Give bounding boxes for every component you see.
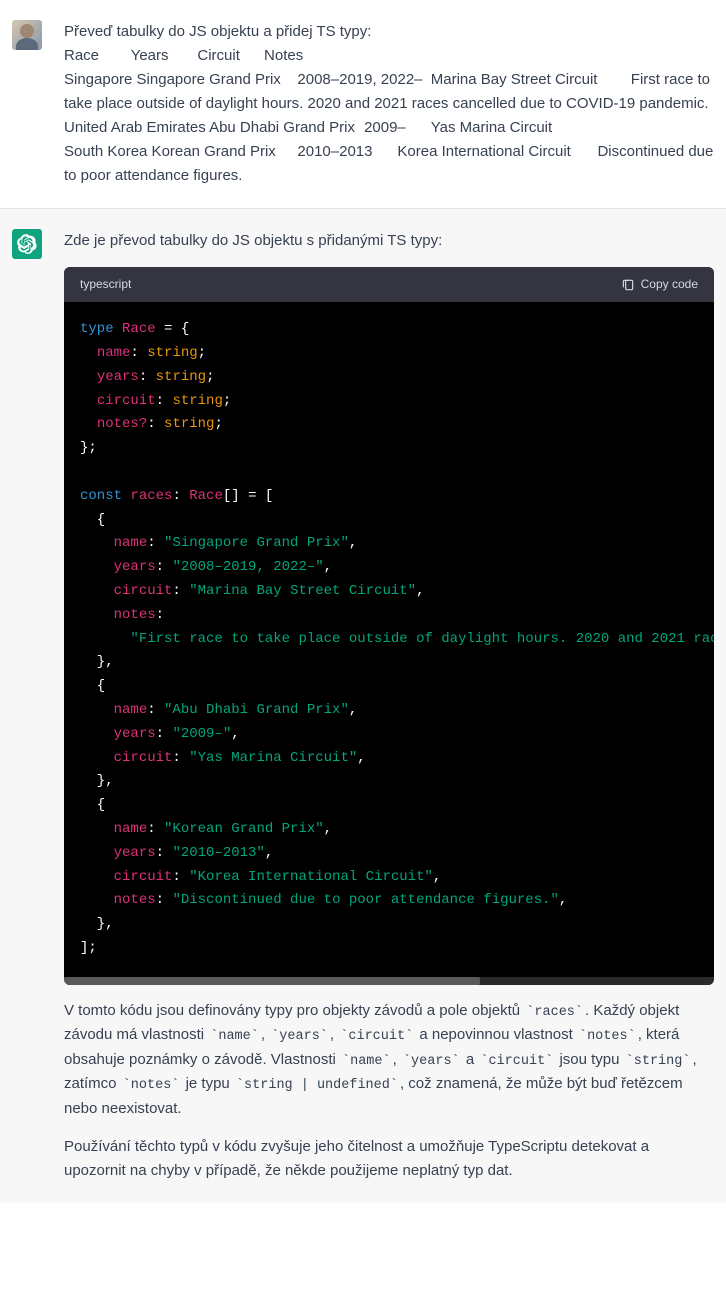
inline-code: `name` — [208, 1029, 261, 1044]
assistant-content: Zde je převod tabulky do JS objektu s př… — [64, 229, 714, 1183]
assistant-avatar — [12, 229, 42, 259]
user-avatar — [12, 20, 42, 50]
inline-code: `races` — [524, 1005, 585, 1020]
code-block: typescript Copy code type Race = { name:… — [64, 267, 714, 985]
user-prompt-text: Převeď tabulky do JS objektu a přidej TS… — [64, 20, 714, 188]
assistant-explanation-1: V tomto kódu jsou definovány typy pro ob… — [64, 999, 714, 1121]
inline-code: `string | undefined` — [234, 1078, 400, 1093]
user-message: Převeď tabulky do JS objektu a přidej TS… — [0, 0, 726, 208]
inline-code: `circuit` — [478, 1054, 555, 1069]
inline-code: `circuit` — [338, 1029, 415, 1044]
copy-code-button[interactable]: Copy code — [621, 275, 698, 294]
user-content: Převeď tabulky do JS objektu a přidej TS… — [64, 20, 714, 188]
inline-code: `years` — [269, 1029, 330, 1044]
code-body[interactable]: type Race = { name: string; years: strin… — [64, 302, 714, 977]
assistant-message: Zde je převod tabulky do JS objektu s př… — [0, 208, 726, 1203]
clipboard-icon — [621, 278, 635, 292]
assistant-explanation-2: Používání těchto typů v kódu zvyšuje jeh… — [64, 1135, 714, 1183]
inline-code: `string` — [624, 1054, 693, 1069]
code-horizontal-scrollbar[interactable] — [64, 977, 714, 985]
inline-code: `name` — [340, 1054, 393, 1069]
inline-code: `notes` — [121, 1078, 182, 1093]
inline-code: `notes` — [577, 1029, 638, 1044]
openai-logo-icon — [17, 234, 37, 254]
code-language-label: typescript — [80, 275, 131, 294]
code-scrollbar-thumb[interactable] — [64, 977, 480, 985]
copy-code-label: Copy code — [641, 275, 698, 294]
assistant-intro: Zde je převod tabulky do JS objektu s př… — [64, 229, 714, 253]
inline-code: `years` — [401, 1054, 462, 1069]
code-header: typescript Copy code — [64, 267, 714, 302]
